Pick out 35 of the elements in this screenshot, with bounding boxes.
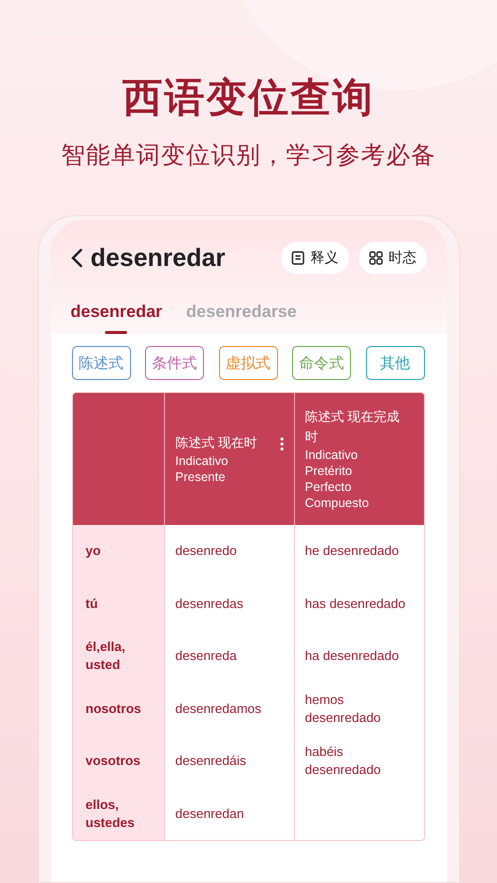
person-label: vosotros — [86, 752, 142, 770]
conjugation-cell-text: desenredan — [175, 804, 245, 823]
person-label: ellos, ustedes — [86, 796, 136, 832]
tenses-button[interactable]: 时态 — [358, 242, 426, 274]
verb-tab[interactable]: desenredar — [70, 296, 162, 334]
mood-button[interactable]: 陈述式 — [72, 346, 130, 380]
mood-button[interactable]: 其他 — [366, 346, 424, 380]
verb-tab[interactable]: desenredarse — [186, 296, 297, 334]
word-title: desenredar — [90, 244, 226, 272]
column-header: 陈述式 现在完成时 Indicativo Pretérito Perfecto Compuesto — [294, 393, 424, 525]
subheadline: 智能单词变位识别，学习参考必备 — [61, 141, 436, 171]
column-header: 陈述式 现在时 Indicativo Presente — [164, 393, 294, 525]
grid-icon — [368, 251, 382, 265]
person-label: tú — [86, 594, 99, 613]
more-icon[interactable] — [280, 437, 284, 451]
conjugation-cell-text: desenredo — [175, 542, 238, 560]
definition-button[interactable]: 释义 — [280, 242, 348, 274]
back-icon[interactable] — [70, 248, 82, 268]
conjugation-cell-text: desenreda — [175, 647, 238, 666]
conjugation-cell-text: hemos desenredado — [304, 690, 382, 727]
person-label: yo — [86, 542, 102, 560]
conjugation-cell-text: has desenredado — [304, 594, 406, 613]
conjugation-cell-text: desenredáis — [175, 752, 248, 770]
person-label: él,ella, usted — [86, 638, 126, 674]
conjugation-cell-text: he desenredado — [304, 542, 400, 560]
mood-button[interactable]: 命令式 — [292, 346, 351, 380]
person-label: nosotros — [86, 700, 142, 718]
conjugation-cell-text: habéis desenredado — [304, 743, 382, 780]
conjugation-cell-text: desenredamos — [175, 700, 262, 718]
mood-button[interactable]: 虚拟式 — [218, 346, 278, 380]
mood-button[interactable]: 条件式 — [145, 346, 204, 380]
document-icon — [290, 251, 304, 265]
conjugation-cell-text: ha desenredado — [304, 647, 400, 666]
conjugation-cell-text: desenredas — [175, 594, 244, 613]
headline: 西语变位查询 — [122, 75, 374, 122]
